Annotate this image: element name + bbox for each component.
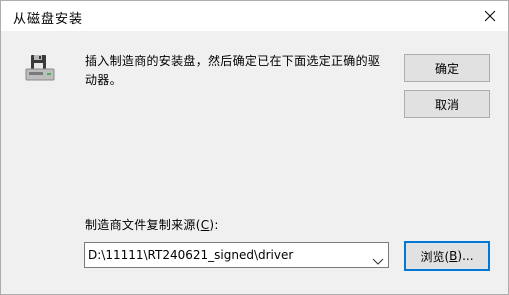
ok-button[interactable]: 确定 xyxy=(404,54,490,82)
install-from-disk-dialog: 从磁盘安装 插入制造商的安装盘，然后确定已在下面选定正确的驱动器。 确定 取消 … xyxy=(0,0,509,295)
copy-source-label-prefix: 制造商文件复制来源( xyxy=(85,218,201,232)
close-button[interactable] xyxy=(472,1,508,31)
browse-button[interactable]: 浏览(B)... xyxy=(404,241,490,271)
copy-source-value[interactable]: D:\11111\RT240621_signed\driver xyxy=(88,248,293,262)
browse-label-suffix: )... xyxy=(457,249,474,263)
copy-source-combobox[interactable]: D:\11111\RT240621_signed\driver xyxy=(84,242,389,268)
copy-source-label-suffix: ): xyxy=(209,218,219,232)
close-icon xyxy=(484,10,496,22)
window-title: 从磁盘安装 xyxy=(13,12,84,27)
instruction-message: 插入制造商的安装盘，然后确定已在下面选定正确的驱动器。 xyxy=(85,54,381,87)
floppy-disk-drive-icon xyxy=(25,54,55,82)
browse-label-accesskey: B xyxy=(449,249,458,263)
chevron-down-icon[interactable] xyxy=(372,251,384,265)
title-bar: 从磁盘安装 xyxy=(1,1,508,31)
cancel-button[interactable]: 取消 xyxy=(404,90,490,118)
copy-source-label: 制造商文件复制来源(C): xyxy=(85,216,219,233)
browse-label-prefix: 浏览( xyxy=(420,249,450,264)
